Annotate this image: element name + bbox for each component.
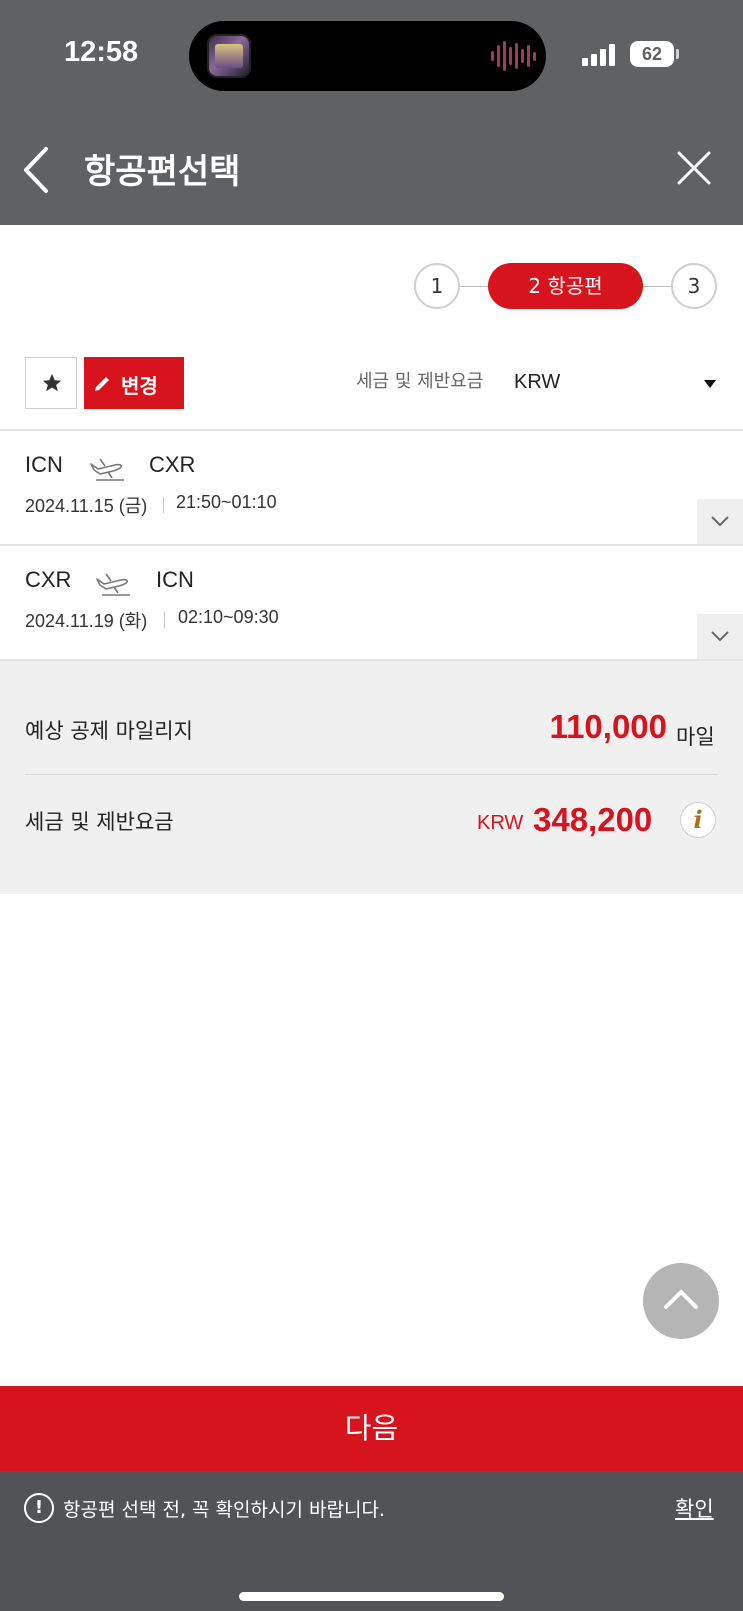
separator [163, 497, 164, 513]
notice-text: 항공편 선택 전, 꼭 확인하시기 바랍니다. [63, 1499, 385, 1521]
page-title: 항공편선택 [84, 152, 241, 192]
divider [0, 544, 743, 546]
flight-date: 2024.11.19 (화) [25, 611, 148, 631]
caret-down-icon[interactable] [704, 380, 716, 388]
alert-icon: ! [24, 1493, 54, 1523]
step-connector [460, 286, 490, 287]
back-chevron-icon[interactable] [22, 146, 52, 194]
edit-button[interactable]: 변경 [84, 357, 184, 409]
status-bar: 12:58 62 [0, 0, 743, 110]
flight-time: 21:50~01:10 [176, 492, 277, 512]
expand-outbound-button[interactable] [697, 499, 743, 545]
audio-wave-icon [491, 41, 536, 71]
star-icon [42, 373, 62, 392]
tax-value: 348,200 [533, 801, 653, 838]
cellular-signal-icon [582, 44, 618, 66]
bottom-bar [0, 1547, 743, 1611]
home-indicator[interactable] [239, 1592, 504, 1601]
battery-tip [676, 49, 679, 59]
miles-value: 110,000 [549, 708, 667, 745]
now-playing-app-icon [207, 34, 251, 78]
tax-currency: KRW [477, 812, 524, 834]
tax-label: 세금 및 제반요금 [25, 810, 174, 834]
fare-summary: 예상 공제 마일리지 110,000 마일 세금 및 제반요금 KRW 348,… [0, 661, 743, 894]
pencil-icon [95, 377, 109, 391]
close-icon[interactable] [676, 150, 712, 186]
next-button[interactable]: 다음 [0, 1386, 743, 1471]
flight-time: 02:10~09:30 [178, 607, 279, 627]
departure-airport: ICN [25, 452, 63, 477]
battery-icon: 62 [630, 41, 674, 67]
chevron-down-icon [711, 631, 729, 642]
step-3: 3 [671, 263, 717, 309]
notice-bar: ! 항공편 선택 전, 꼭 확인하시기 바랍니다. 확인 [0, 1471, 743, 1547]
dynamic-island [189, 21, 546, 91]
departure-airport: CXR [25, 567, 72, 592]
step-1: 1 [414, 263, 460, 309]
info-icon[interactable]: i [680, 802, 716, 838]
chevron-down-icon [711, 516, 729, 527]
arrival-airport: CXR [149, 452, 196, 477]
favorite-button[interactable] [25, 357, 77, 409]
step-connector [641, 286, 673, 287]
edit-button-label: 변경 [121, 374, 158, 398]
expand-return-button[interactable] [697, 614, 743, 660]
flight-date: 2024.11.15 (금) [25, 496, 148, 516]
divider [25, 774, 718, 775]
divider [0, 429, 743, 431]
miles-unit: 마일 [676, 725, 715, 749]
confirm-link[interactable]: 확인 [675, 1493, 714, 1523]
currency-select[interactable]: KRW [514, 371, 560, 394]
chevron-up-icon [664, 1290, 698, 1309]
plane-icon [96, 573, 130, 596]
miles-label: 예상 공제 마일리지 [25, 719, 193, 743]
scroll-top-button[interactable] [643, 1263, 719, 1339]
step-2-active: 2 항공편 [488, 263, 643, 309]
arrival-airport: ICN [156, 567, 194, 592]
plane-icon [90, 458, 124, 481]
separator [164, 612, 165, 628]
tax-currency-label: 세금 및 제반요금 [356, 371, 484, 392]
app-header: 항공편선택 [0, 110, 743, 225]
status-time: 12:58 [64, 36, 139, 68]
